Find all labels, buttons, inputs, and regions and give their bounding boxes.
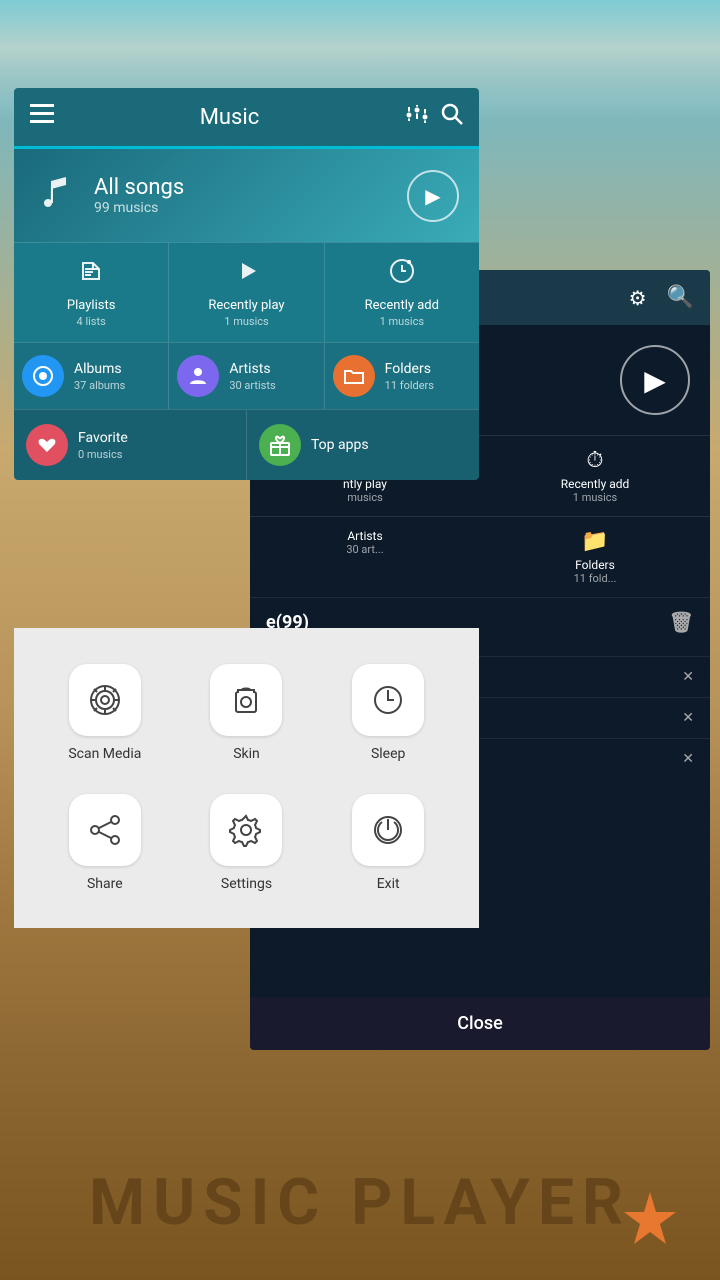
folders-text: Folders 11 folders	[385, 361, 434, 392]
folders-icon-back: 📁	[581, 529, 608, 554]
artists-label-back: Artists	[347, 529, 382, 543]
app-header: Music	[14, 88, 479, 146]
play-all-button[interactable]: ▶	[407, 170, 459, 222]
scan-media-label: Scan Media	[68, 746, 141, 762]
favorite-cell[interactable]: Favorite 0 musics	[14, 410, 247, 480]
search-icon-back[interactable]: 🔍	[667, 285, 694, 310]
artists-cell[interactable]: Artists 30 artists	[169, 343, 324, 409]
artists-count-back: 30 art...	[346, 543, 383, 556]
popup-skin[interactable]: Skin	[176, 648, 318, 778]
bottom-popup: Scan Media Skin Sleep	[14, 628, 479, 928]
albums-name: Albums	[74, 361, 125, 377]
starfish-decoration	[620, 1190, 680, 1250]
recently-add-name: Recently add	[365, 298, 439, 313]
back-recently-add[interactable]: ⏱ Recently add 1 musics	[480, 436, 710, 516]
settings-label: Settings	[221, 876, 272, 892]
scan-media-icon-box	[69, 664, 141, 736]
artists-name: Artists	[229, 361, 275, 377]
filter-icon[interactable]	[405, 103, 429, 131]
folders-cell[interactable]: Folders 11 folders	[325, 343, 479, 409]
close-icon-3[interactable]: ✕	[682, 751, 694, 767]
popup-share[interactable]: Share	[34, 778, 176, 908]
recently-add-label: Recently add	[561, 477, 630, 491]
popup-sleep[interactable]: Sleep	[317, 648, 459, 778]
artists-text: Artists 30 artists	[229, 361, 275, 392]
bottom-row: Favorite 0 musics Top apps	[14, 409, 479, 480]
folders-count: 11 folders	[385, 379, 434, 392]
all-songs-left: All songs 99 musics	[34, 169, 184, 222]
search-icon[interactable]	[441, 103, 463, 131]
back-folders[interactable]: 📁 Folders 11 fold...	[480, 517, 710, 597]
delete-icon[interactable]: 🗑	[669, 610, 694, 634]
close-icon-2[interactable]: ✕	[682, 710, 694, 726]
exit-label: Exit	[377, 876, 400, 892]
share-icon-box	[69, 794, 141, 866]
top-apps-name: Top apps	[311, 437, 369, 453]
music-note-icon	[34, 169, 78, 222]
albums-cell[interactable]: Albums 37 albums	[14, 343, 169, 409]
playlists-count: 4 lists	[77, 315, 106, 328]
recently-play-icon	[232, 257, 260, 292]
recently-add-count: 1 musics	[573, 491, 617, 504]
gift-icon	[259, 424, 301, 466]
main-panel: Music	[14, 88, 479, 480]
favorite-name: Favorite	[78, 430, 128, 446]
close-label: Close	[457, 1013, 502, 1034]
play-button-back[interactable]: ▶	[620, 345, 690, 415]
share-label: Share	[87, 876, 123, 892]
menu-icon[interactable]	[30, 104, 54, 130]
heart-icon	[26, 424, 68, 466]
albums-icon	[22, 355, 64, 397]
playlists-name: Playlists	[67, 298, 115, 313]
close-bar[interactable]: Close	[250, 997, 710, 1050]
albums-text: Albums 37 albums	[74, 361, 125, 392]
all-songs-text: All songs 99 musics	[94, 175, 184, 216]
category-recently-play[interactable]: Recently play 1 musics	[169, 243, 324, 342]
items-row: Albums 37 albums Artists 30 artists	[14, 342, 479, 409]
category-recently-add[interactable]: Recently add 1 musics	[325, 243, 479, 342]
back-panel-row-2: Artists 30 art... 📁 Folders 11 fold...	[250, 516, 710, 597]
exit-icon-box	[352, 794, 424, 866]
filter-icon-back[interactable]: ⚙	[629, 286, 647, 310]
folders-icon	[333, 355, 375, 397]
recently-play-count: musics	[347, 491, 383, 504]
recently-add-icon	[388, 257, 416, 292]
popup-exit[interactable]: Exit	[317, 778, 459, 908]
top-apps-cell[interactable]: Top apps	[247, 410, 479, 480]
playlists-icon	[77, 257, 105, 292]
folders-name: Folders	[385, 361, 434, 377]
recently-play-count: 1 musics	[224, 315, 268, 328]
sleep-label: Sleep	[371, 746, 405, 762]
category-playlists[interactable]: Playlists 4 lists	[14, 243, 169, 342]
top-apps-text: Top apps	[311, 437, 369, 453]
favorite-text: Favorite 0 musics	[78, 430, 128, 461]
albums-count: 37 albums	[74, 379, 125, 392]
recently-add-icon: ⏱	[586, 448, 603, 473]
recently-play-name: Recently play	[208, 298, 284, 313]
skin-label: Skin	[233, 746, 260, 762]
favorite-count: 0 musics	[78, 448, 128, 461]
beach-text: MUSIC PLAYER	[0, 1165, 720, 1240]
close-icon-1[interactable]: ✕	[682, 669, 694, 685]
folders-label-back: Folders	[575, 558, 615, 572]
popup-settings[interactable]: Settings	[176, 778, 318, 908]
sleep-icon-box	[352, 664, 424, 736]
categories-grid: Playlists 4 lists Recently play 1 musics	[14, 242, 479, 342]
artists-icon	[177, 355, 219, 397]
all-songs-title: All songs	[94, 175, 184, 200]
folders-count-back: 11 fold...	[574, 572, 617, 585]
recently-add-count: 1 musics	[380, 315, 424, 328]
artists-count: 30 artists	[229, 379, 275, 392]
all-songs-section[interactable]: All songs 99 musics ▶	[14, 149, 479, 242]
settings-icon-box	[210, 794, 282, 866]
skin-icon-box	[210, 664, 282, 736]
back-artists[interactable]: Artists 30 art...	[250, 517, 480, 597]
app-title: Music	[66, 105, 393, 130]
popup-grid: Scan Media Skin Sleep	[14, 628, 479, 928]
all-songs-count: 99 musics	[94, 200, 184, 216]
popup-scan-media[interactable]: Scan Media	[34, 648, 176, 778]
